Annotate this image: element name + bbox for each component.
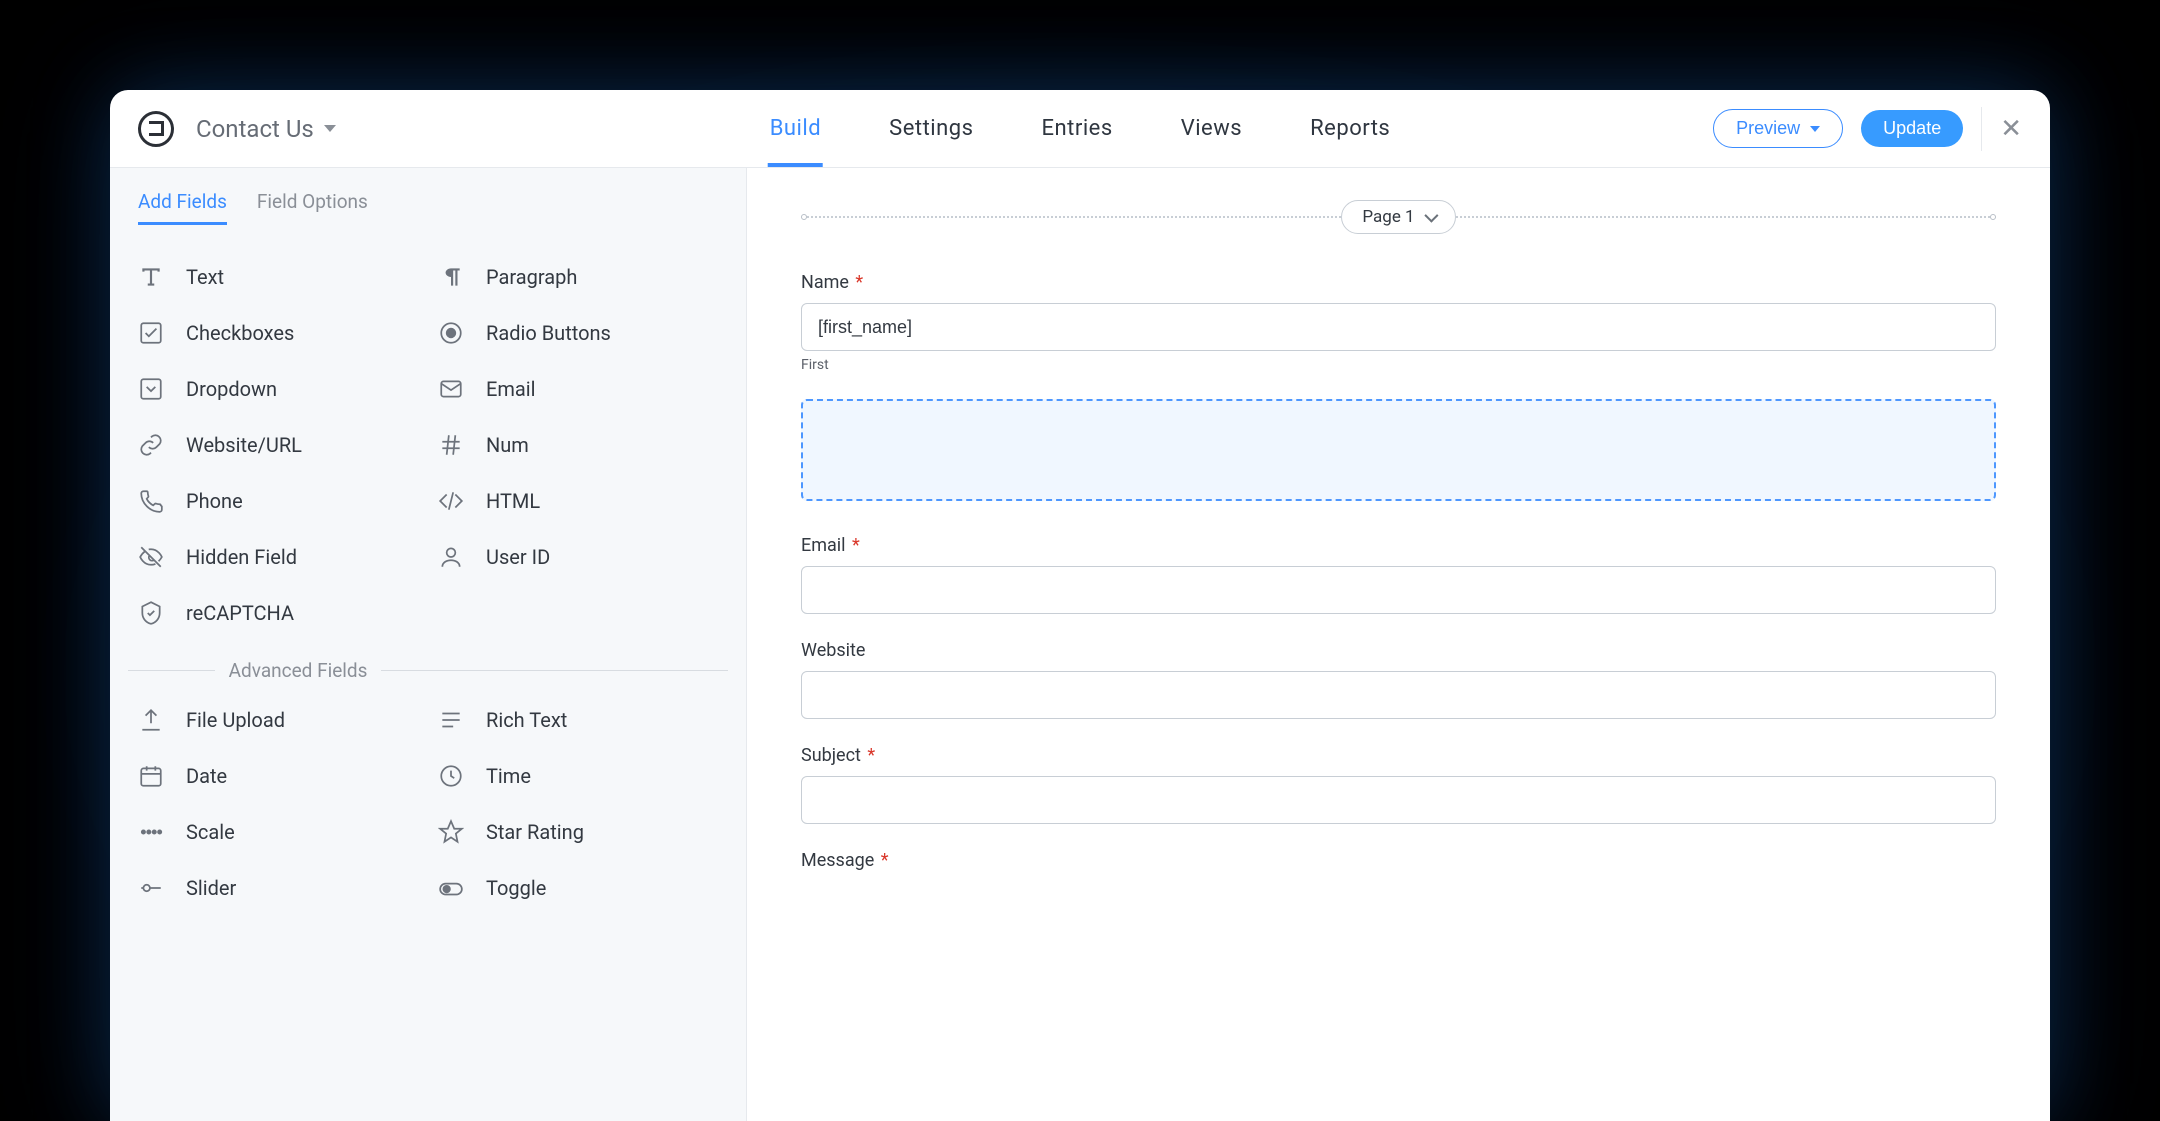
label-subject: Subject * [801, 745, 1996, 766]
preview-button[interactable]: Preview [1713, 109, 1843, 148]
user-icon [438, 544, 464, 570]
caret-down-icon [1810, 126, 1820, 132]
sidebar-tab-add-fields[interactable]: Add Fields [138, 190, 227, 225]
label-message: Message * [801, 850, 1996, 871]
form-field-website[interactable]: Website [801, 640, 1996, 719]
input-subject[interactable] [801, 776, 1996, 824]
field-drop-zone[interactable] [801, 399, 1996, 501]
app-window: Contact Us Build Settings Entries Views … [110, 90, 2050, 1121]
main-tabs: Build Settings Entries Views Reports [770, 90, 1391, 167]
phone-icon [138, 488, 164, 514]
section-advanced-fields: Advanced Fields [128, 659, 728, 682]
label-website: Website [801, 640, 1996, 661]
eye-off-icon [138, 544, 164, 570]
field-type-radio-buttons[interactable]: Radio Buttons [428, 305, 728, 361]
sidebar-tab-field-options[interactable]: Field Options [257, 190, 368, 225]
label-email: Email * [801, 535, 1996, 556]
upload-icon [138, 707, 164, 733]
shield-icon [138, 600, 164, 626]
rich-text-icon [438, 707, 464, 733]
chevron-down-icon [1424, 209, 1438, 223]
code-icon [438, 488, 464, 514]
label-name: Name * [801, 272, 1996, 293]
form-field-name[interactable]: Name * First [801, 272, 1996, 373]
caret-down-icon [324, 125, 336, 132]
page-selector[interactable]: Page 1 [1341, 200, 1455, 234]
tab-entries[interactable]: Entries [1042, 90, 1113, 167]
app-logo-icon [138, 111, 174, 147]
sublabel-first: First [801, 357, 1996, 373]
dropdown-icon [138, 376, 164, 402]
field-type-slider[interactable]: Slider [128, 860, 428, 916]
tab-views[interactable]: Views [1181, 90, 1242, 167]
field-type-hidden-field[interactable]: Hidden Field [128, 529, 428, 585]
form-title-text: Contact Us [196, 115, 314, 143]
sidebar: Add Fields Field Options Text Paragraph [110, 168, 747, 1121]
field-type-phone[interactable]: Phone [128, 473, 428, 529]
clock-icon [438, 763, 464, 789]
tab-settings[interactable]: Settings [889, 90, 973, 167]
input-email[interactable] [801, 566, 1996, 614]
toggle-icon [438, 875, 464, 901]
field-type-scale[interactable]: Scale [128, 804, 428, 860]
form-field-email[interactable]: Email * [801, 535, 1996, 614]
field-type-rich-text[interactable]: Rich Text [428, 692, 728, 748]
field-type-email[interactable]: Email [428, 361, 728, 417]
field-type-user-id[interactable]: User ID [428, 529, 728, 585]
star-icon [438, 819, 464, 845]
link-icon [138, 432, 164, 458]
field-type-checkboxes[interactable]: Checkboxes [128, 305, 428, 361]
email-icon [438, 376, 464, 402]
field-type-website-url[interactable]: Website/URL [128, 417, 428, 473]
input-website[interactable] [801, 671, 1996, 719]
input-first-name[interactable] [801, 303, 1996, 351]
divider [1981, 107, 1982, 151]
checkbox-icon [138, 320, 164, 346]
field-type-toggle[interactable]: Toggle [428, 860, 728, 916]
field-type-text[interactable]: Text [128, 249, 428, 305]
hash-icon [438, 432, 464, 458]
update-button[interactable]: Update [1861, 110, 1963, 147]
field-type-dropdown[interactable]: Dropdown [128, 361, 428, 417]
page-indicator: Page 1 [801, 200, 1996, 234]
field-type-date[interactable]: Date [128, 748, 428, 804]
field-type-file-upload[interactable]: File Upload [128, 692, 428, 748]
radio-icon [438, 320, 464, 346]
field-type-recaptcha[interactable]: reCAPTCHA [128, 585, 428, 641]
tab-reports[interactable]: Reports [1310, 90, 1390, 167]
text-icon [138, 264, 164, 290]
form-field-message[interactable]: Message * [801, 850, 1996, 871]
form-field-subject[interactable]: Subject * [801, 745, 1996, 824]
tab-build[interactable]: Build [770, 90, 821, 167]
form-title-dropdown[interactable]: Contact Us [196, 115, 336, 143]
field-type-star-rating[interactable]: Star Rating [428, 804, 728, 860]
topbar: Contact Us Build Settings Entries Views … [110, 90, 2050, 168]
form-canvas: Page 1 Name * First Email * Website [747, 168, 2050, 1121]
field-type-html[interactable]: HTML [428, 473, 728, 529]
calendar-icon [138, 763, 164, 789]
paragraph-icon [438, 264, 464, 290]
slider-icon [138, 875, 164, 901]
field-type-number[interactable]: Num [428, 417, 728, 473]
field-type-paragraph[interactable]: Paragraph [428, 249, 728, 305]
field-type-time[interactable]: Time [428, 748, 728, 804]
close-icon[interactable]: ✕ [2000, 116, 2022, 142]
scale-icon [138, 819, 164, 845]
